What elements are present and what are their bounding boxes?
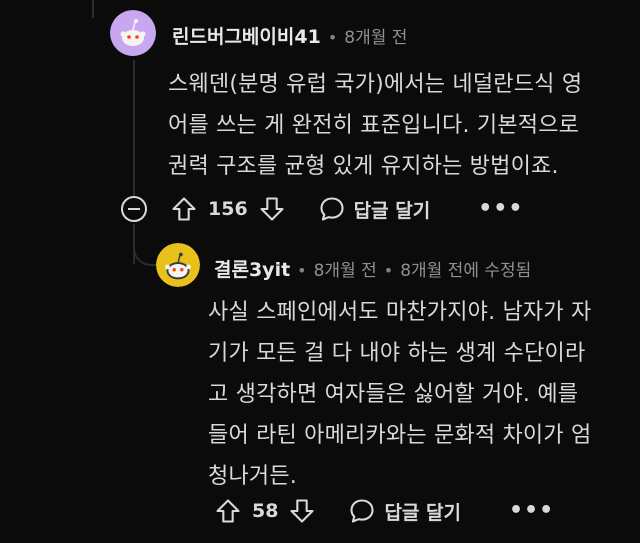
vote-count: 58: [252, 500, 279, 522]
thread-line-comment1: [133, 60, 135, 198]
meta-separator: •: [327, 28, 338, 47]
more-options-button[interactable]: •••: [509, 500, 554, 522]
thread-line-parent: [92, 0, 94, 18]
thread-curve: [133, 236, 159, 266]
downvote-arrow-icon: [260, 197, 284, 221]
minus-icon: [128, 208, 140, 210]
timestamp[interactable]: 8개월 전: [344, 23, 407, 48]
avatar[interactable]: [110, 10, 156, 56]
snoo-avatar-icon: [110, 10, 156, 56]
comment-actions: 58 답글 달기 •••: [214, 494, 554, 528]
username[interactable]: 린드버그베이비41: [172, 22, 321, 49]
collapse-thread-button[interactable]: [121, 196, 147, 222]
snoo-avatar-icon: [156, 243, 200, 287]
upvote-arrow-icon: [216, 499, 240, 523]
meta-separator: •: [383, 261, 394, 280]
upvote-button[interactable]: [170, 195, 198, 223]
comment-meta: 결론3yit • 8개월 전 • 8개월 전에 수정됨: [214, 255, 531, 282]
more-options-button[interactable]: •••: [478, 198, 523, 220]
upvote-button[interactable]: [214, 497, 242, 525]
upvote-arrow-icon: [172, 197, 196, 221]
timestamp[interactable]: 8개월 전: [314, 256, 377, 281]
reply-button[interactable]: 답글 달기: [318, 195, 431, 223]
comment-body: 스웨덴(분명 유럽 국가)에서는 네덜란드식 영 어를 쓰는 게 완전히 표준입…: [168, 72, 583, 179]
speech-bubble-icon: [320, 197, 344, 221]
downvote-arrow-icon: [290, 499, 315, 523]
avatar[interactable]: [156, 243, 200, 287]
reply-button[interactable]: 답글 달기: [348, 497, 461, 525]
downvote-button[interactable]: [288, 497, 316, 525]
edited-label: 8개월 전에 수정됨: [400, 261, 532, 281]
vote-count: 156: [208, 198, 248, 220]
speech-bubble-icon: [350, 499, 375, 523]
username[interactable]: 결론3yit: [214, 255, 290, 282]
meta-separator: •: [297, 261, 307, 280]
comment-meta: 린드버그베이비41 • 8개월 전: [172, 22, 407, 49]
comment-actions: 156 답글 달기 •••: [170, 192, 523, 226]
comment-body: 사실 스페인에서도 마찬가지야. 남자가 자 기가 모든 걸 다 내야 하는 생…: [208, 300, 592, 489]
downvote-button[interactable]: [258, 195, 286, 223]
reply-label: 답글 달기: [353, 199, 431, 222]
reply-label: 답글 달기: [384, 501, 461, 524]
